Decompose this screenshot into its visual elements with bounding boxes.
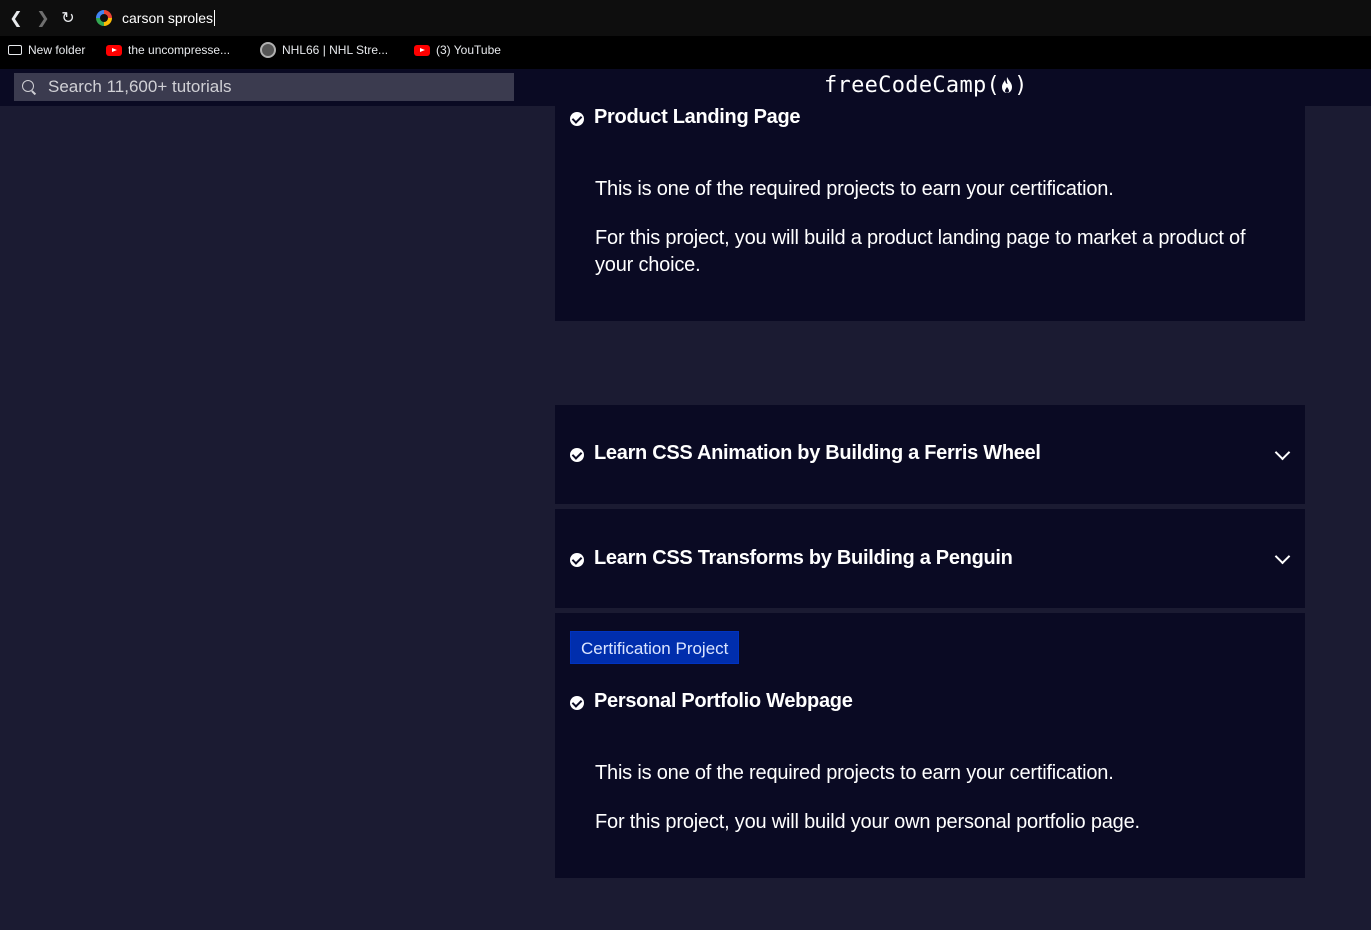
forward-icon[interactable]: ❯ (33, 8, 53, 28)
search-box[interactable] (14, 73, 514, 101)
project-description: This is one of the required projects to … (595, 178, 1114, 200)
project-title[interactable]: Product Landing Page (594, 106, 801, 129)
fcc-navbar: freeCodeCamp() (0, 69, 1371, 106)
google-icon (96, 10, 112, 26)
project-title[interactable]: Personal Portfolio Webpage (594, 690, 853, 713)
bookmark-label: (3) YouTube (436, 43, 501, 57)
block-title[interactable]: Learn CSS Animation by Building a Ferris… (594, 442, 1041, 465)
project-card-product-landing: Product Landing Page This is one of the … (555, 106, 1305, 321)
check-circle-icon (570, 448, 584, 462)
bookmark-youtube[interactable]: (3) YouTube (414, 36, 501, 64)
check-circle-icon (570, 112, 584, 126)
logo-paren: ) (1014, 73, 1028, 98)
address-bar[interactable]: carson sproles (88, 4, 1371, 32)
back-icon[interactable]: ❮ (6, 8, 26, 28)
youtube-icon (106, 44, 122, 56)
bookmark-label: NHL66 | NHL Stre... (282, 43, 389, 57)
bookmark-uncompressed[interactable]: the uncompresse... (106, 36, 230, 64)
block-card-penguin[interactable]: Learn CSS Transforms by Building a Pengu… (555, 509, 1305, 608)
bookmark-nhl66[interactable]: NHL66 | NHL Stre... (260, 36, 388, 64)
address-text[interactable]: carson sproles (122, 10, 216, 26)
check-circle-icon (570, 696, 584, 710)
block-card-ferris-wheel[interactable]: Learn CSS Animation by Building a Ferris… (555, 405, 1305, 504)
bookmarks-bar: New folder the uncompresse... NHL66 | NH… (0, 36, 1371, 69)
bookmark-label: New folder (28, 43, 86, 57)
folder-icon (8, 45, 22, 55)
reload-icon[interactable]: ↻ (58, 8, 78, 28)
logo-text: freeCodeCamp( (824, 73, 1001, 98)
certification-project-badge: Certification Project (570, 631, 740, 664)
search-input[interactable] (48, 73, 508, 101)
nhl66-icon (260, 42, 276, 58)
chevron-down-icon[interactable] (1274, 444, 1291, 461)
project-card-portfolio: Certification Project Personal Portfolio… (555, 613, 1305, 878)
project-description: For this project, you will build your ow… (595, 811, 1140, 833)
fcc-logo[interactable]: freeCodeCamp() (824, 72, 1028, 100)
bookmark-label: the uncompresse... (128, 43, 231, 57)
youtube-icon (414, 44, 430, 56)
browser-toolbar: ❮ ❯ ↻ carson sproles (0, 0, 1371, 36)
bookmark-new-folder[interactable]: New folder (8, 36, 85, 64)
flame-icon (1002, 77, 1013, 93)
block-title[interactable]: Learn CSS Transforms by Building a Pengu… (594, 547, 1013, 570)
project-description: For this project, you will build a produ… (595, 227, 1246, 276)
check-circle-icon (570, 553, 584, 567)
chevron-down-icon[interactable] (1274, 548, 1291, 565)
project-description: This is one of the required projects to … (595, 762, 1114, 784)
search-icon (22, 80, 34, 92)
